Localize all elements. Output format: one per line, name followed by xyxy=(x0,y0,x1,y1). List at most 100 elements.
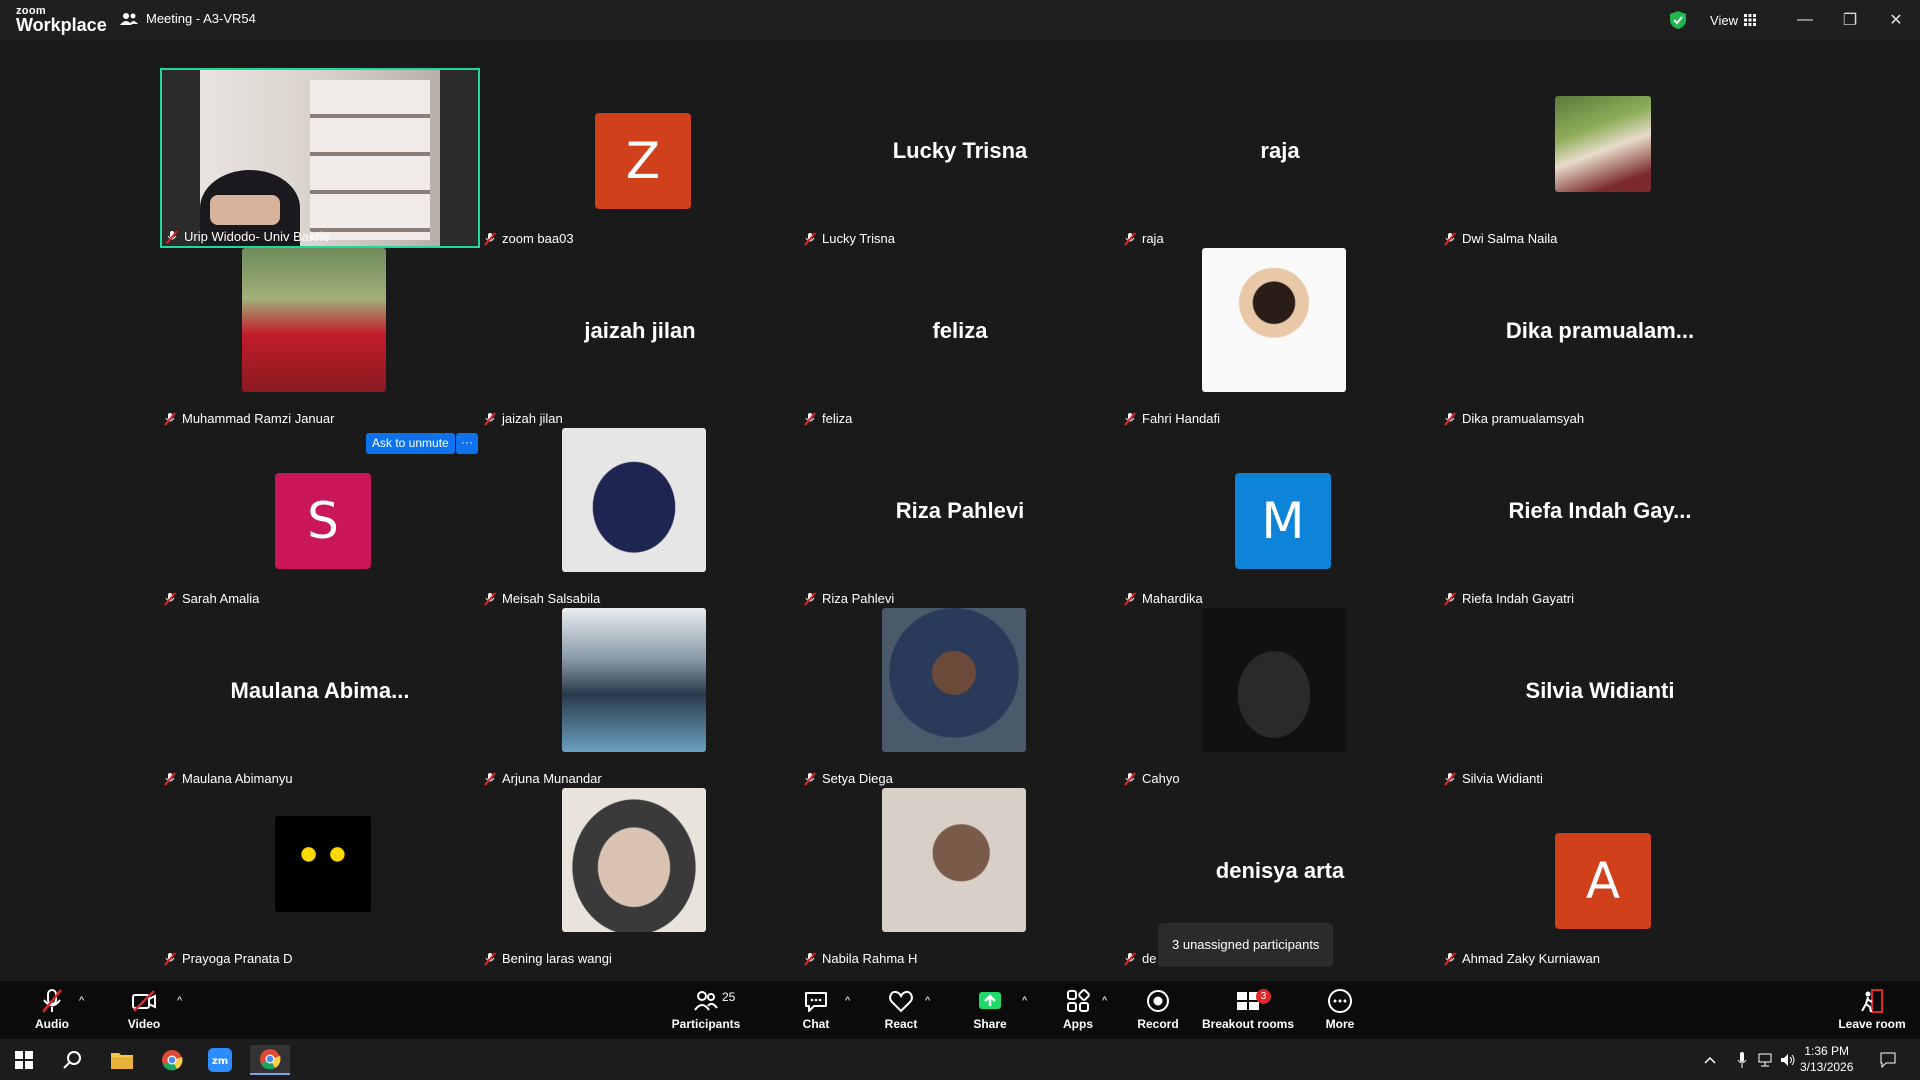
participant-tile[interactable]: Fahri Handafi xyxy=(1120,248,1440,428)
participant-name: Dwi Salma Naila xyxy=(1462,231,1558,246)
participant-tile[interactable]: Nabila Rahma H xyxy=(800,788,1120,968)
participant-tile[interactable]: Muhammad Ramzi Januar xyxy=(160,248,480,428)
svg-text:zm: zm xyxy=(212,1056,228,1067)
restore-icon[interactable]: ❐ xyxy=(1838,8,1862,32)
apps-options-icon[interactable]: ^ xyxy=(1102,995,1107,1007)
mic-muted-icon xyxy=(1444,231,1456,246)
participant-name: feliza xyxy=(822,411,853,426)
people-icon xyxy=(120,12,138,25)
participant-tile[interactable]: Riefa Indah Gay... Riefa Indah Gayatri xyxy=(1440,428,1760,608)
mic-muted-icon xyxy=(164,771,176,786)
participant-name-display: Silvia Widianti xyxy=(1525,678,1675,703)
more-label: More xyxy=(1325,1017,1355,1031)
heart-icon xyxy=(889,990,913,1013)
mic-muted-icon xyxy=(804,231,816,246)
grid-icon xyxy=(1743,14,1756,26)
participant-label: Silvia Widianti xyxy=(1444,771,1543,786)
react-label: React xyxy=(884,1017,918,1031)
shield-check-icon[interactable] xyxy=(1668,10,1688,30)
participant-avatar: S xyxy=(275,473,371,569)
participant-tile[interactable]: Zzoom baa03 xyxy=(480,68,800,248)
participant-tile[interactable]: jaizah jilan jaizah jilan xyxy=(480,248,800,428)
participant-tile[interactable]: A Ahmad Zaky Kurniawan xyxy=(1440,788,1760,968)
participant-name-display: jaizah jilan xyxy=(584,318,696,343)
minimize-icon[interactable]: — xyxy=(1793,8,1817,32)
zoom-app-icon[interactable]: zm xyxy=(200,1045,240,1075)
view-button[interactable]: View xyxy=(1698,8,1768,32)
breakout-rooms-button[interactable]: Breakout rooms xyxy=(1198,987,1298,1035)
breakout-badge: 3 xyxy=(1256,989,1271,1004)
chrome-active-icon[interactable] xyxy=(250,1045,290,1075)
share-screen-icon xyxy=(979,992,1001,1009)
participant-tile[interactable]: Urip Widodo- Univ Bakrie xyxy=(160,68,480,248)
participant-tile[interactable]: Silvia Widianti Silvia Widianti xyxy=(1440,608,1760,788)
participant-name: de xyxy=(1142,951,1157,966)
network-icon[interactable] xyxy=(1756,1045,1776,1075)
participant-tile[interactable]: Dwi Salma Naila xyxy=(1440,68,1760,248)
participant-tile[interactable]: Meisah Salsabila xyxy=(480,428,800,608)
participant-name-display: Riefa Indah Gay... xyxy=(1508,498,1692,523)
participant-photo xyxy=(562,788,706,932)
participant-label: Prayoga Pranata D xyxy=(164,951,293,966)
mic-muted-icon xyxy=(1124,231,1136,246)
leave-room-button[interactable]: Leave room xyxy=(1830,987,1914,1035)
tray-chevron-icon[interactable] xyxy=(1700,1045,1720,1075)
microphone-tray-icon[interactable] xyxy=(1732,1045,1752,1075)
mic-muted-icon xyxy=(164,411,176,426)
participant-name: Sarah Amalia xyxy=(182,591,260,606)
apps-icon xyxy=(1067,989,1090,1012)
audio-options-icon[interactable]: ^ xyxy=(79,995,84,1007)
chat-options-icon[interactable]: ^ xyxy=(845,995,850,1007)
participant-label: Cahyo xyxy=(1124,771,1180,786)
participant-tile[interactable]: raja raja xyxy=(1120,68,1440,248)
clock-date: 3/13/2026 xyxy=(1800,1060,1854,1074)
participant-name: Mahardika xyxy=(1142,591,1203,606)
participant-tile[interactable]: Arjuna Munandar xyxy=(480,608,800,788)
react-options-icon[interactable]: ^ xyxy=(925,995,930,1007)
search-icon[interactable] xyxy=(52,1045,92,1075)
chrome-icon[interactable] xyxy=(152,1045,192,1075)
participant-photo xyxy=(882,788,1026,932)
chat-button[interactable]: Chat xyxy=(776,987,856,1035)
file-explorer-icon[interactable] xyxy=(102,1045,142,1075)
participant-tile[interactable]: Bening laras wangi xyxy=(480,788,800,968)
share-options-icon[interactable]: ^ xyxy=(1022,995,1027,1007)
participant-tile[interactable]: S Sarah Amalia xyxy=(160,428,480,608)
meeting-title[interactable]: Meeting - A3-VR54 xyxy=(120,11,256,26)
participant-tile[interactable]: Riza Pahlevi Riza Pahlevi xyxy=(800,428,1120,608)
volume-icon[interactable] xyxy=(1778,1045,1798,1075)
video-options-icon[interactable]: ^ xyxy=(177,995,182,1007)
participant-tile[interactable]: M Mahardika xyxy=(1120,428,1440,608)
windows-start-icon[interactable] xyxy=(4,1045,44,1075)
ask-to-unmute-button[interactable]: Ask to unmute xyxy=(366,433,455,454)
participant-photo xyxy=(275,816,371,912)
participant-photo xyxy=(1202,248,1346,392)
tile-more-button[interactable]: ··· xyxy=(456,433,478,454)
system-clock[interactable]: 1:36 PM 3/13/2026 xyxy=(1800,1043,1853,1075)
record-label: Record xyxy=(1137,1017,1179,1031)
participant-name: Riefa Indah Gayatri xyxy=(1462,591,1575,606)
mic-muted-icon xyxy=(1124,411,1136,426)
participant-label: Dika pramualamsyah xyxy=(1444,411,1584,426)
video-gallery: Urip Widodo- Univ Bakrie Zzoom baa03 Lucky… xyxy=(0,40,1920,981)
share-button[interactable]: Share xyxy=(950,987,1030,1035)
mic-muted-icon xyxy=(1124,591,1136,606)
chat-label: Chat xyxy=(802,1017,830,1031)
video-button[interactable]: Video xyxy=(104,987,184,1035)
participant-tile[interactable]: Dika pramualam... Dika pramualamsyah xyxy=(1440,248,1760,428)
participant-tile[interactable]: Lucky Trisna Lucky Trisna xyxy=(800,68,1120,248)
participant-name: Nabila Rahma H xyxy=(822,951,918,966)
close-icon[interactable]: ✕ xyxy=(1884,8,1908,32)
participant-photo xyxy=(562,428,706,572)
participant-tile[interactable]: Prayoga Pranata D xyxy=(160,788,480,968)
record-button[interactable]: Record xyxy=(1118,987,1198,1035)
participant-tile[interactable]: feliza feliza xyxy=(800,248,1120,428)
participant-photo xyxy=(1202,608,1346,752)
participant-tile[interactable]: Setya Diega xyxy=(800,608,1120,788)
participant-tile[interactable]: Cahyo xyxy=(1120,608,1440,788)
notifications-icon[interactable] xyxy=(1868,1045,1908,1075)
participant-tile[interactable]: Maulana Abima... Maulana Abimanyu xyxy=(160,608,480,788)
participant-name: Silvia Widianti xyxy=(1462,771,1543,786)
meeting-toolbar: Audio ^ Video ^ Participants 25 Chat ^ R… xyxy=(0,981,1920,1039)
more-button[interactable]: More xyxy=(1300,987,1380,1035)
